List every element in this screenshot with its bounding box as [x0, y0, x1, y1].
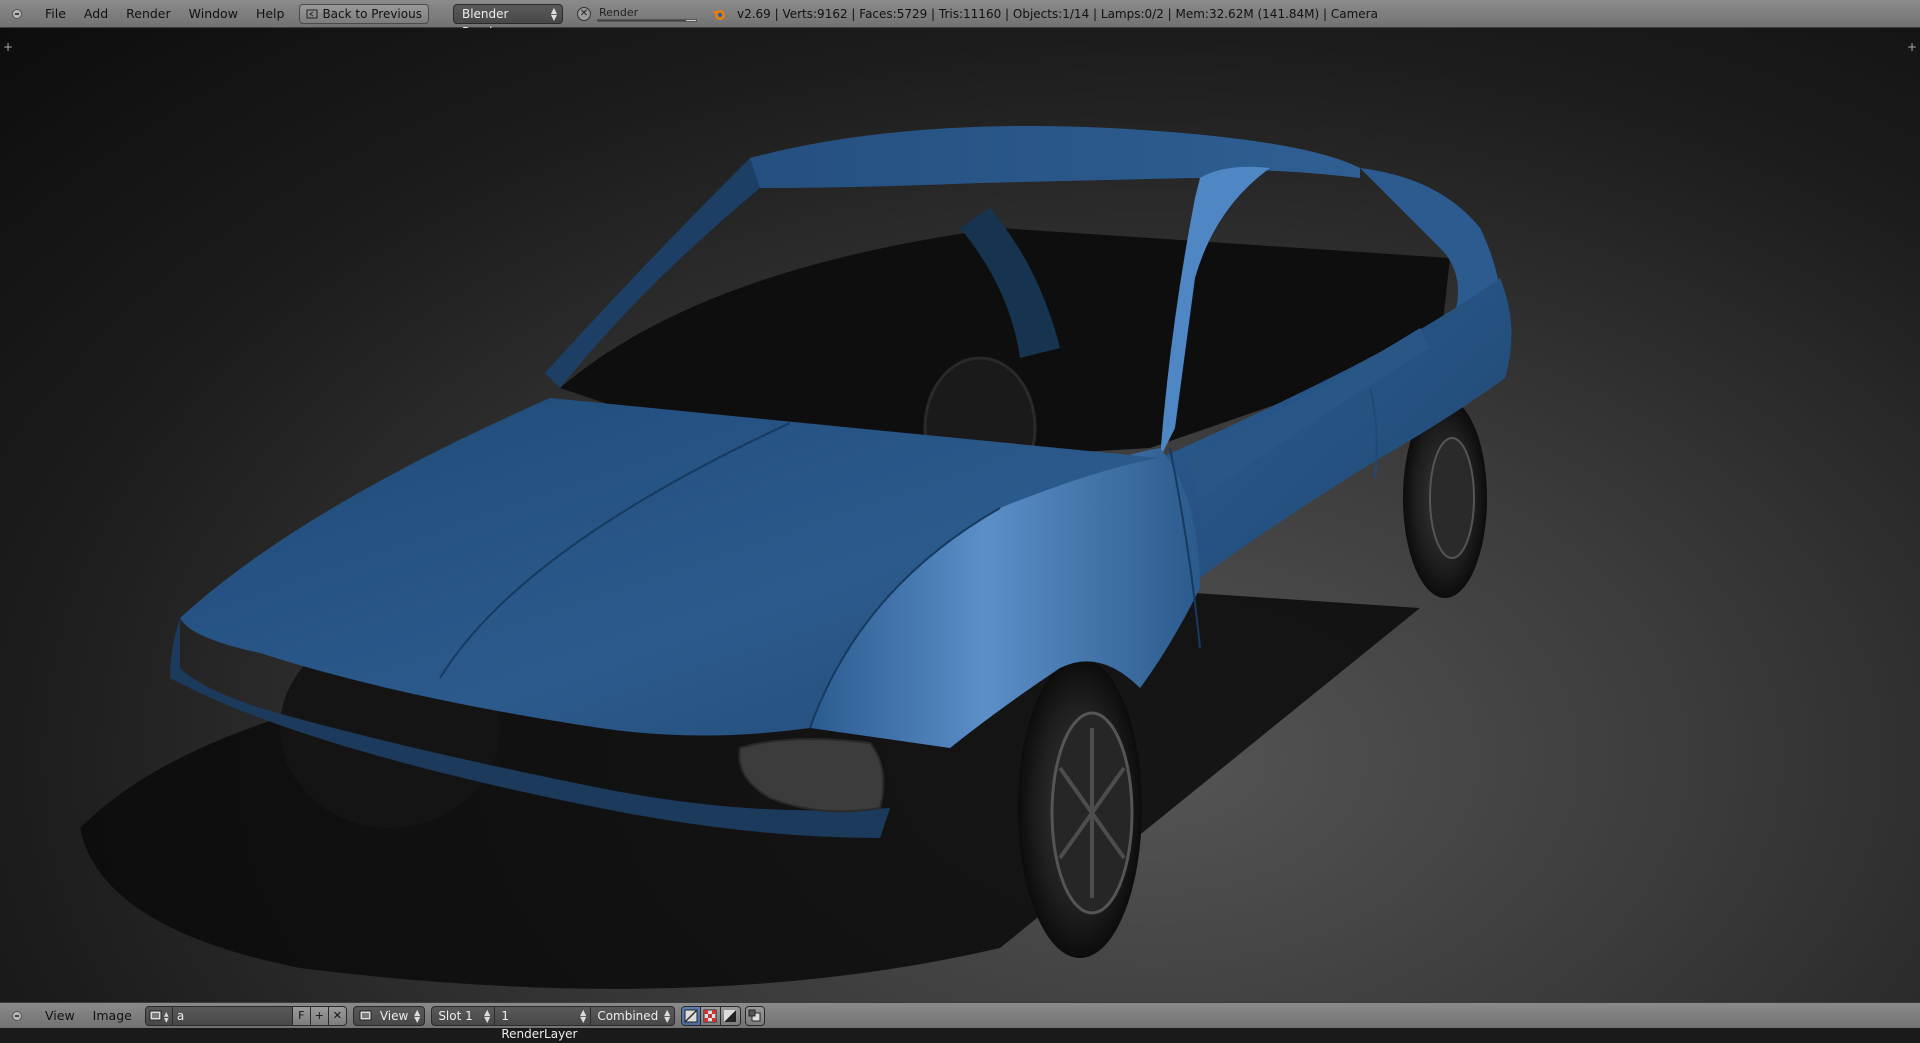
menu-view[interactable]: View: [36, 1005, 84, 1027]
editor-type-icon[interactable]: [12, 8, 22, 19]
updown-arrows-icon: ▲ ▼: [414, 1007, 421, 1024]
render-layer-label: 1 RenderLayer: [501, 1008, 578, 1041]
zbuffer-icon: [748, 1009, 761, 1021]
close-icon: ✕: [332, 1008, 342, 1022]
image-editor-header: View Image ▲ ▼ a F + ✕ View ▲ ▼ Slot 1 ▲ ▼…: [0, 1002, 1920, 1041]
render-progress: Render: [596, 4, 697, 24]
slot-label: Slot 1: [438, 1008, 473, 1023]
draw-image-color-alpha-toggle[interactable]: [681, 1005, 702, 1026]
info-header: File Add Render Window Help Back to Prev…: [0, 0, 1920, 39]
plus-icon: +: [314, 1008, 324, 1022]
updown-arrows-icon: ▲ ▼: [580, 1007, 587, 1024]
draw-image-color-toggle[interactable]: [701, 1005, 722, 1026]
render-result-viewport[interactable]: + +: [0, 28, 1920, 1002]
unlink-image-button[interactable]: ✕: [328, 1005, 347, 1026]
image-icon: ▲ ▼: [149, 1010, 169, 1024]
checker-icon: [703, 1009, 717, 1022]
back-arrow-icon: [306, 9, 318, 18]
scene-stats: v2.69 | Verts:9162 | Faces:5729 | Tris:1…: [736, 6, 1378, 21]
draw-image-zbuffer-toggle[interactable]: [745, 1005, 766, 1026]
render-progress-fill: [597, 19, 687, 21]
fake-user-button[interactable]: F: [292, 1005, 311, 1026]
menu-render[interactable]: Render: [117, 3, 180, 25]
updown-arrows-icon: ▲ ▼: [550, 5, 557, 22]
menu-add[interactable]: Add: [75, 3, 117, 25]
updown-arrows-icon: ▲ ▼: [484, 1007, 491, 1024]
menu-help[interactable]: Help: [247, 3, 294, 25]
alpha-icon: [724, 1009, 737, 1022]
browse-image-button[interactable]: ▲ ▼: [144, 1005, 173, 1026]
render-progress-bar: [596, 18, 697, 22]
back-to-previous-label: Back to Previous: [322, 6, 422, 21]
image-name-field[interactable]: a: [172, 1005, 293, 1026]
slot-select[interactable]: Slot 1 ▲ ▼: [431, 1005, 496, 1026]
render-layer-select[interactable]: 1 RenderLayer ▲ ▼: [495, 1005, 592, 1041]
svg-text:▼: ▼: [164, 1017, 169, 1024]
draw-image-alpha-toggle[interactable]: [721, 1005, 742, 1026]
view-mode-label: View: [379, 1008, 409, 1023]
editor-type-icon-bottom[interactable]: [12, 1010, 22, 1021]
menu-window[interactable]: Window: [180, 3, 247, 25]
rendered-car-image: [80, 126, 1512, 989]
view-mode-select[interactable]: View ▲ ▼: [352, 1005, 426, 1026]
color-alpha-icon: [684, 1008, 698, 1023]
menu-file[interactable]: File: [36, 3, 75, 25]
new-image-button[interactable]: +: [310, 1005, 329, 1026]
render-pass-select[interactable]: Combined ▲ ▼: [591, 1005, 676, 1026]
back-to-previous-button[interactable]: Back to Previous: [299, 3, 429, 24]
render-progress-label: Render: [598, 5, 639, 19]
render-engine-select[interactable]: Blender Render ▲▼: [452, 3, 563, 39]
cancel-render-icon[interactable]: ✕: [576, 6, 591, 21]
menu-image[interactable]: Image: [84, 1005, 141, 1027]
blender-logo-icon: [711, 6, 727, 22]
render-pass-label: Combined: [597, 1008, 659, 1023]
image-view-icon: [359, 1010, 372, 1020]
updown-arrows-icon: ▲ ▼: [664, 1007, 671, 1024]
